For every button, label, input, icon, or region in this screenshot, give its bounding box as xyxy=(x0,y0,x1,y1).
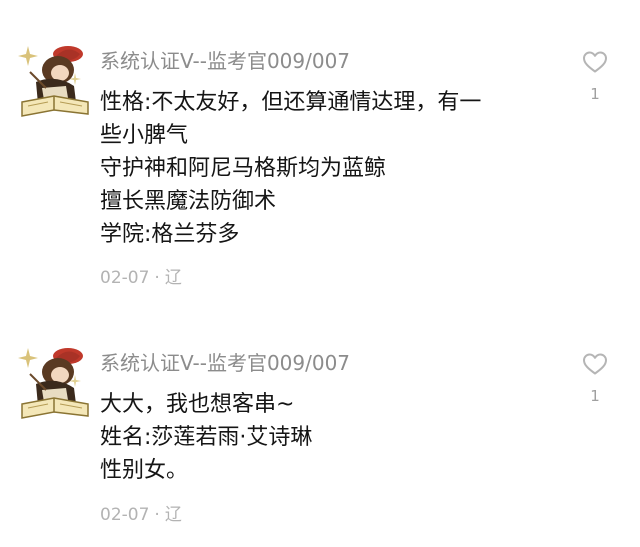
comment-text: 性格:不太友好，但还算通情达理，有一 些小脾气 守护神和阿尼马格斯均为蓝鲸 擅长… xyxy=(100,86,560,251)
avatar[interactable] xyxy=(16,40,94,120)
meta-separator: · xyxy=(154,268,160,288)
comment-line: 守护神和阿尼马格斯均为蓝鲸 xyxy=(100,156,387,181)
comment-meta: 02-07 · 辽 xyxy=(100,504,182,526)
comment-location: 辽 xyxy=(164,505,182,525)
comment-meta: 02-07 · 辽 xyxy=(100,267,182,289)
comment-line: 姓名:莎莲若雨·艾诗琳 xyxy=(100,425,313,450)
comment-line: 性格:不太友好，但还算通情达理，有一 xyxy=(100,90,482,115)
comment-line: 大大，我也想客串~ xyxy=(100,392,295,417)
like-button[interactable]: 1 xyxy=(580,352,610,404)
comment-location: 辽 xyxy=(164,268,182,288)
avatar-illustration-icon xyxy=(18,46,89,117)
meta-separator: · xyxy=(154,505,160,525)
comment-line: 擅长黑魔法防御术 xyxy=(100,189,277,214)
like-count: 1 xyxy=(590,387,600,405)
avatar-illustration-icon xyxy=(18,348,89,419)
comment-line: 学院:格兰芬多 xyxy=(100,222,240,247)
avatar[interactable] xyxy=(16,342,94,422)
heart-outline-icon[interactable] xyxy=(582,50,608,74)
comment-date: 02-07 xyxy=(100,505,150,525)
comment-text: 大大，我也想客串~ 姓名:莎莲若雨·艾诗琳 性别女。 xyxy=(100,388,560,487)
comment-date: 02-07 xyxy=(100,268,150,288)
comment-username[interactable]: 系统认证V--监考官009/007 xyxy=(100,350,350,376)
like-button[interactable]: 1 xyxy=(580,50,610,102)
heart-outline-icon[interactable] xyxy=(582,352,608,376)
comment-line: 性别女。 xyxy=(100,458,189,483)
comment-line: 些小脾气 xyxy=(100,123,189,148)
comment-username[interactable]: 系统认证V--监考官009/007 xyxy=(100,48,350,74)
like-count: 1 xyxy=(590,85,600,103)
